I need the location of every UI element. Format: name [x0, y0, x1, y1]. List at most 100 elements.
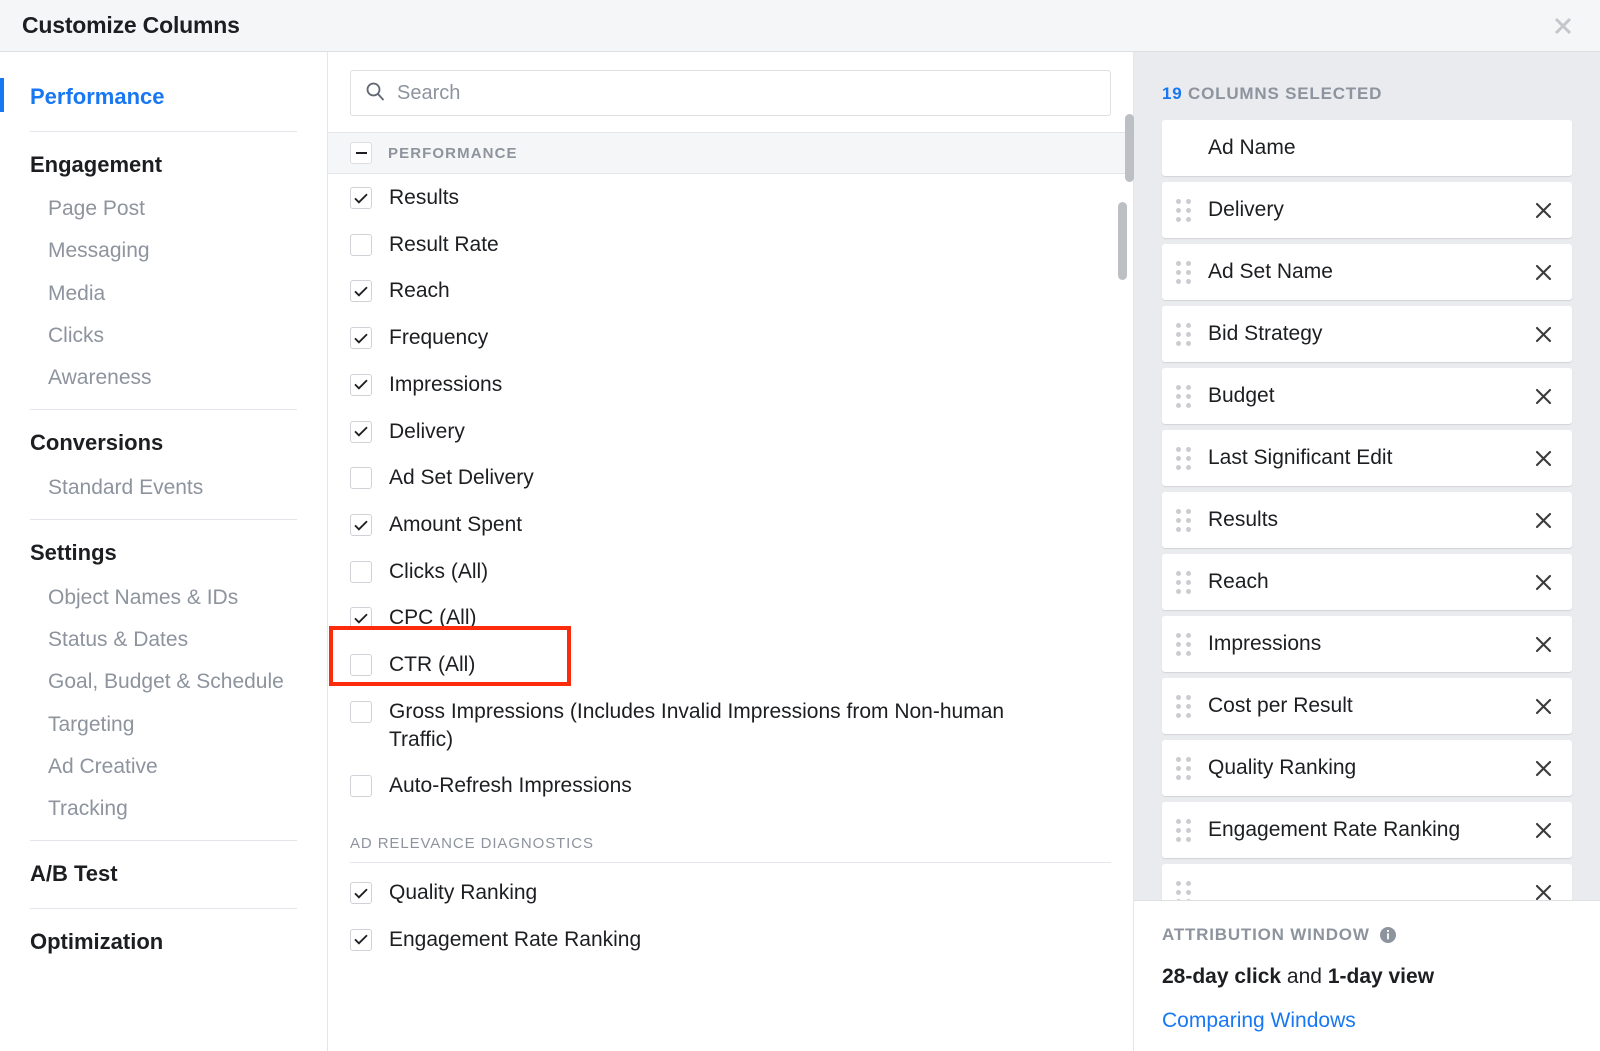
metric-row-result-rate[interactable]: Result Rate [350, 221, 1111, 268]
drag-handle-icon[interactable] [1176, 447, 1194, 470]
remove-column-icon[interactable] [1530, 263, 1556, 282]
metric-row-delivery[interactable]: Delivery [350, 408, 1111, 455]
selected-column-row[interactable]: Impressions [1162, 616, 1572, 672]
selected-column-row[interactable]: Budget [1162, 368, 1572, 424]
sidebar-item-page-post[interactable]: Page Post [30, 188, 297, 230]
minus-icon[interactable] [350, 142, 372, 164]
selected-column-row[interactable]: Engagement Rate Ranking [1162, 802, 1572, 858]
drag-handle-icon[interactable] [1176, 633, 1194, 656]
drag-handle-icon[interactable] [1176, 819, 1194, 842]
selected-column-row[interactable]: Reach [1162, 554, 1572, 610]
sidebar-heading-engagement[interactable]: Engagement [30, 142, 297, 189]
info-icon[interactable] [1379, 926, 1397, 944]
sidebar-item-status-dates[interactable]: Status & Dates [30, 619, 297, 661]
search-box[interactable] [350, 70, 1111, 116]
sidebar-item-object-names-ids[interactable]: Object Names & IDs [30, 577, 297, 619]
metrics-scrollbar[interactable] [1118, 202, 1127, 280]
metric-row-ctr-all[interactable]: CTR (All) [350, 641, 1111, 688]
metric-row-amount-spent[interactable]: Amount Spent [350, 501, 1111, 548]
drag-handle-icon[interactable] [1176, 881, 1194, 901]
drag-handle-icon[interactable] [1176, 757, 1194, 780]
checkbox-unchecked-icon[interactable] [350, 234, 372, 256]
remove-column-icon[interactable] [1530, 387, 1556, 406]
drag-handle-icon[interactable] [1176, 199, 1194, 222]
remove-column-icon[interactable] [1530, 697, 1556, 716]
sidebar-item-tracking[interactable]: Tracking [30, 788, 297, 830]
drag-handle-icon[interactable] [1176, 261, 1194, 284]
selected-column-row[interactable]: Bid Strategy [1162, 306, 1572, 362]
selected-column-row[interactable]: Cost per Result [1162, 678, 1572, 734]
metric-row-results[interactable]: Results [350, 174, 1111, 221]
checkbox-checked-icon[interactable] [350, 607, 372, 629]
checkbox-checked-icon[interactable] [350, 374, 372, 396]
sidebar-item-performance[interactable]: Performance [30, 74, 297, 121]
checkbox-unchecked-icon[interactable] [350, 775, 372, 797]
checkbox-checked-icon[interactable] [350, 882, 372, 904]
drag-handle-icon[interactable] [1176, 571, 1194, 594]
metric-row-cpc-all[interactable]: CPC (All) [350, 594, 1111, 641]
sidebar-item-clicks[interactable]: Clicks [30, 315, 297, 357]
active-indicator [0, 78, 4, 112]
selected-column-row[interactable]: Delivery [1162, 182, 1572, 238]
checkbox-unchecked-icon[interactable] [350, 654, 372, 676]
selected-count-label: COLUMNS SELECTED [1188, 84, 1382, 103]
sidebar-item-ab-test[interactable]: A/B Test [30, 851, 297, 898]
checkbox-unchecked-icon[interactable] [350, 467, 372, 489]
drag-handle-icon[interactable] [1176, 509, 1194, 532]
sidebar-item-optimization[interactable]: Optimization [30, 919, 297, 966]
sidebar-item-goal-budget-schedule[interactable]: Goal, Budget & Schedule [30, 661, 297, 703]
metric-row-frequency[interactable]: Frequency [350, 314, 1111, 361]
remove-column-icon[interactable] [1530, 635, 1556, 654]
metric-row-impressions[interactable]: Impressions [350, 361, 1111, 408]
checkbox-checked-icon[interactable] [350, 514, 372, 536]
selected-column-label: Last Significant Edit [1208, 446, 1530, 470]
selected-column-row[interactable]: Results [1162, 492, 1572, 548]
sidebar-item-awareness[interactable]: Awareness [30, 357, 297, 399]
metric-row-clicks-all[interactable]: Clicks (All) [350, 548, 1111, 595]
drag-handle-icon[interactable] [1176, 385, 1194, 408]
remove-column-icon[interactable] [1530, 573, 1556, 592]
checkbox-unchecked-icon[interactable] [350, 701, 372, 723]
metrics-subgroup-label: AD RELEVANCE DIAGNOSTICS [350, 835, 594, 852]
remove-column-icon[interactable] [1530, 511, 1556, 530]
checkbox-unchecked-icon[interactable] [350, 561, 372, 583]
selected-column-row[interactable]: Ad Set Name [1162, 244, 1572, 300]
sidebar-heading-settings[interactable]: Settings [30, 530, 297, 577]
metric-row-reach[interactable]: Reach [350, 267, 1111, 314]
sidebar-item-media[interactable]: Media [30, 273, 297, 315]
search-input[interactable] [397, 82, 1096, 105]
selected-columns-scrollbar[interactable] [1125, 114, 1134, 182]
checkbox-checked-icon[interactable] [350, 327, 372, 349]
selected-column-row[interactable] [1162, 864, 1572, 900]
comparing-windows-link[interactable]: Comparing Windows [1162, 1009, 1572, 1033]
metric-row-auto-refresh-impressions[interactable]: Auto-Refresh Impressions [350, 762, 1111, 809]
checkbox-checked-icon[interactable] [350, 280, 372, 302]
remove-column-icon[interactable] [1530, 201, 1556, 220]
checkbox-checked-icon[interactable] [350, 187, 372, 209]
metric-row-ad-set-delivery[interactable]: Ad Set Delivery [350, 454, 1111, 501]
remove-column-icon[interactable] [1530, 325, 1556, 344]
sidebar-group-performance: Performance [0, 52, 327, 121]
drag-handle-icon[interactable] [1176, 323, 1194, 346]
sidebar-item-targeting[interactable]: Targeting [30, 704, 297, 746]
sidebar-item-ad-creative[interactable]: Ad Creative [30, 746, 297, 788]
selected-column-row[interactable]: Last Significant Edit [1162, 430, 1572, 486]
metric-row-gross-impressions[interactable]: Gross Impressions (Includes Invalid Impr… [350, 688, 1111, 762]
drag-handle-icon[interactable] [1176, 695, 1194, 718]
remove-column-icon[interactable] [1530, 759, 1556, 778]
remove-column-icon[interactable] [1530, 821, 1556, 840]
selected-column-row[interactable]: Ad Name [1162, 120, 1572, 176]
remove-column-icon[interactable] [1530, 449, 1556, 468]
close-icon[interactable] [1548, 11, 1578, 41]
metrics-group-header[interactable]: PERFORMANCE [328, 132, 1133, 174]
selected-count: 19 [1162, 84, 1183, 103]
sidebar-item-standard-events[interactable]: Standard Events [30, 467, 297, 509]
checkbox-checked-icon[interactable] [350, 421, 372, 443]
sidebar-heading-conversions[interactable]: Conversions [30, 420, 297, 467]
remove-column-icon[interactable] [1530, 883, 1556, 901]
metric-row-quality-ranking[interactable]: Quality Ranking [350, 869, 1111, 916]
metric-row-engagement-rate-ranking[interactable]: Engagement Rate Ranking [350, 916, 1111, 963]
selected-column-row[interactable]: Quality Ranking [1162, 740, 1572, 796]
sidebar-item-messaging[interactable]: Messaging [30, 230, 297, 272]
checkbox-checked-icon[interactable] [350, 929, 372, 951]
